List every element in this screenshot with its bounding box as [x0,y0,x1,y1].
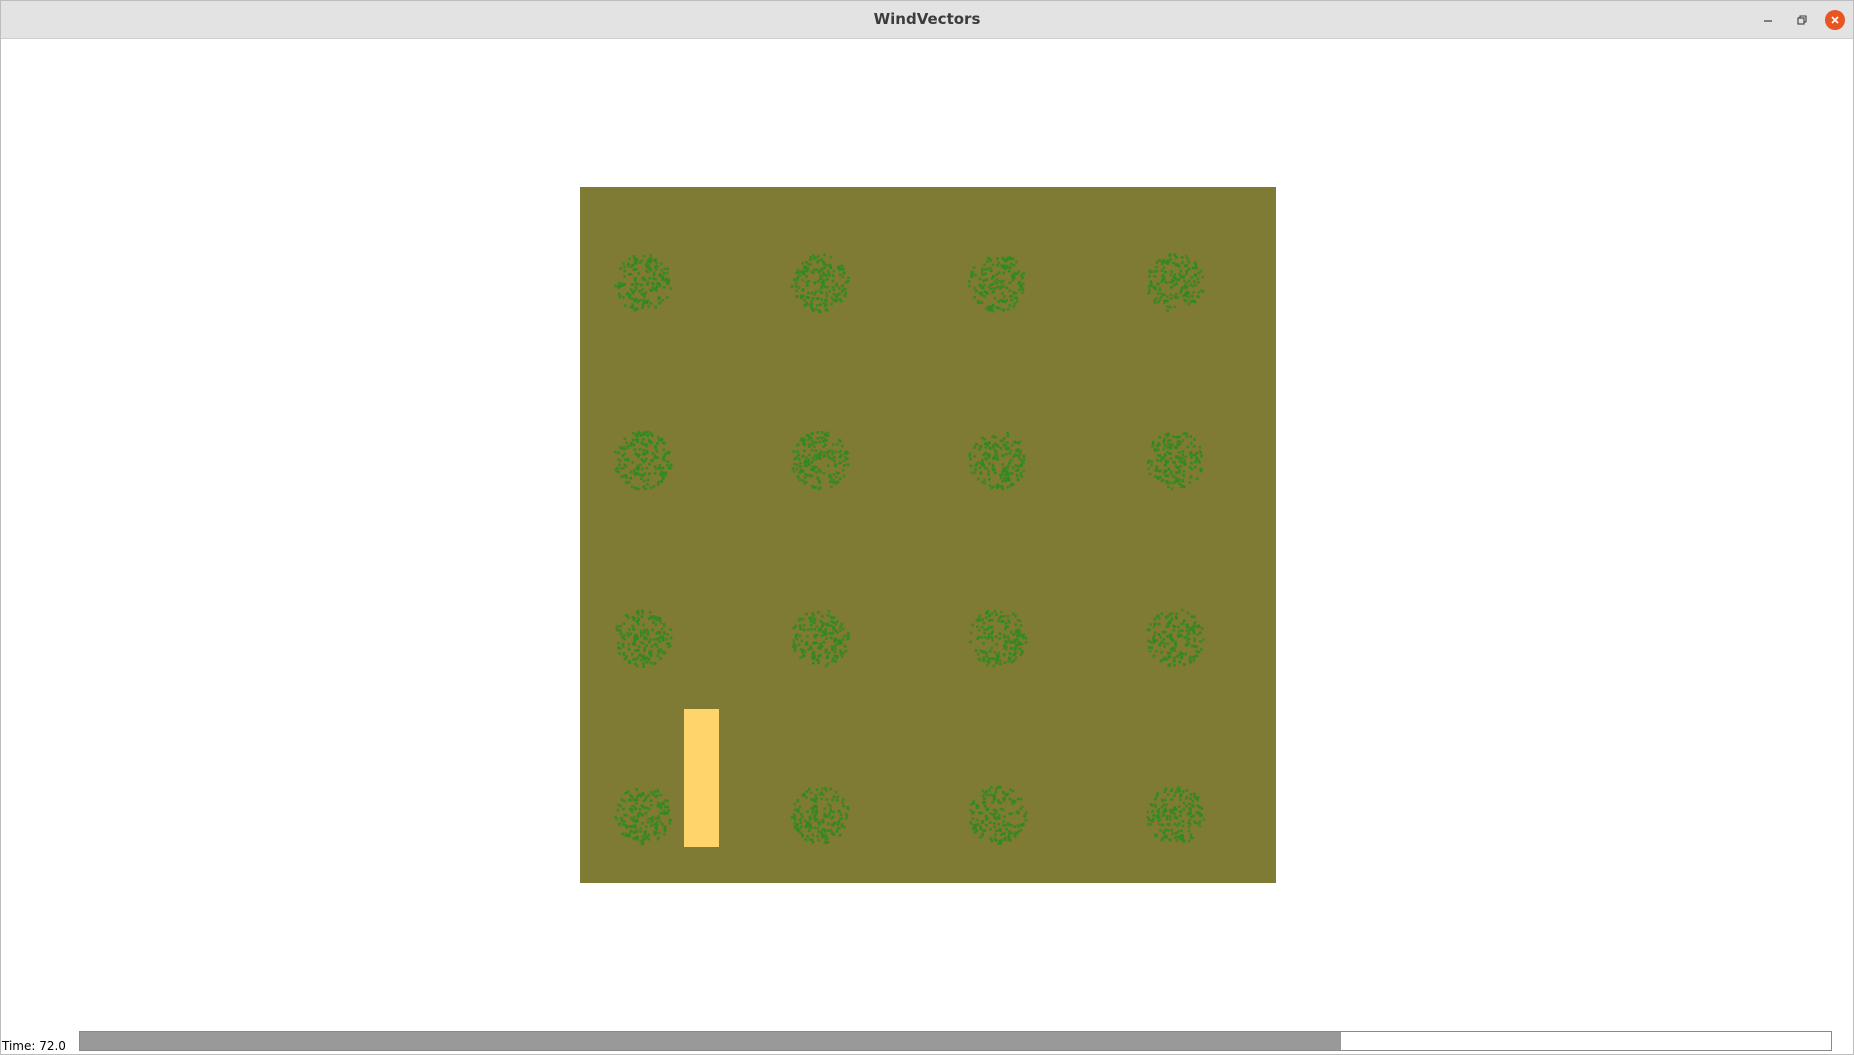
time-progress-bar[interactable] [79,1031,1832,1051]
minimize-button[interactable] [1758,10,1778,30]
simulation-field[interactable] [580,187,1276,883]
time-label: Time: 72.0 [2,1039,66,1053]
close-button[interactable] [1825,10,1845,30]
window-title: WindVectors [873,10,981,28]
plant-cluster [968,431,1026,491]
time-progress-fill [80,1032,1341,1050]
plant-cluster [1146,786,1206,843]
field-canvas [614,253,1206,847]
maximize-button[interactable] [1792,10,1812,30]
plant-cluster [1147,253,1205,312]
plant-cluster [792,609,851,668]
marker-bar [684,709,719,847]
title-bar[interactable]: WindVectors [1,1,1853,39]
plant-cluster [614,253,673,312]
plant-cluster [968,256,1026,313]
close-icon [1831,16,1839,24]
plant-cluster [1147,431,1203,491]
restore-icon [1797,15,1807,25]
plant-cluster [614,788,672,846]
plant-cluster [615,609,673,669]
plant-cluster [790,253,850,314]
plant-cluster [969,785,1028,845]
minimize-icon [1764,20,1772,22]
plant-cluster [1146,608,1205,668]
plant-cluster [791,431,850,491]
plant-cluster [614,430,673,491]
plant-cluster [790,787,850,845]
plant-cluster [969,609,1028,668]
app-window: WindVectors Time: 72.0 [0,0,1854,1055]
